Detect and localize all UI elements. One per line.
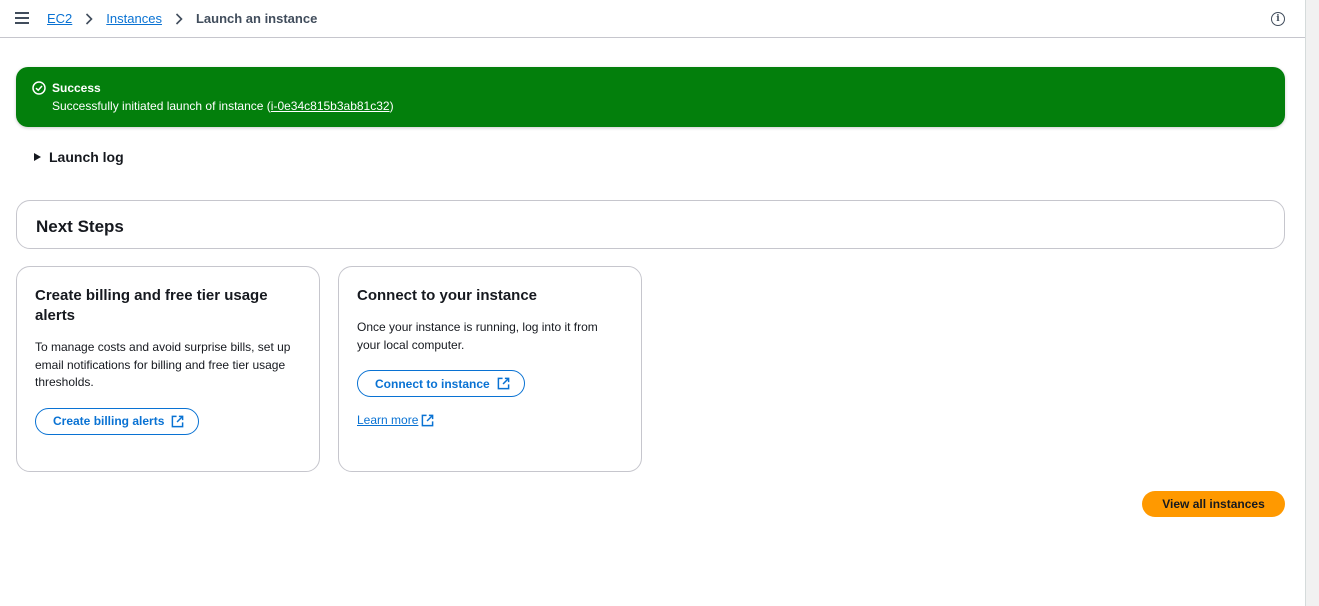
flash-message: Successfully initiated launch of instanc… <box>52 99 1285 113</box>
instance-id-link[interactable]: i-0e34c815b3ab81c32 <box>271 99 390 113</box>
billing-alerts-card: Create billing and free tier usage alert… <box>16 266 320 472</box>
launch-log-label: Launch log <box>49 149 124 165</box>
breadcrumb-ec2[interactable]: EC2 <box>47 11 72 26</box>
flash-message-suffix: ) <box>389 99 394 113</box>
chevron-right-icon <box>172 12 186 26</box>
button-label: Create billing alerts <box>53 414 165 428</box>
connect-to-instance-button[interactable]: Connect to instance <box>357 370 525 397</box>
external-link-icon <box>497 377 510 390</box>
card-title: Connect to your instance <box>357 287 538 304</box>
hamburger-menu-icon[interactable] <box>15 12 29 26</box>
breadcrumb: EC2 Instances Launch an instance <box>47 11 317 26</box>
chevron-right-icon <box>82 12 96 26</box>
card-description: To manage costs and avoid surprise bills… <box>35 340 291 389</box>
check-circle-icon <box>32 81 46 95</box>
card-description: Once your instance is running, log into … <box>357 320 598 352</box>
flash-title: Success <box>52 81 101 95</box>
breadcrumb-current-page: Launch an instance <box>195 11 318 26</box>
breadcrumb-instances[interactable]: Instances <box>106 11 162 26</box>
launch-log-expander[interactable]: Launch log <box>34 149 124 165</box>
card-title: Create billing and free tier usage alert… <box>35 287 268 324</box>
link-label: Learn more <box>357 413 419 427</box>
create-billing-alerts-button[interactable]: Create billing alerts <box>35 407 200 435</box>
button-label: Connect to instance <box>375 376 490 391</box>
learn-more-link[interactable]: Learn more <box>357 413 434 427</box>
connect-instance-card: Connect to your instance Once your insta… <box>338 266 642 472</box>
view-all-instances-button[interactable]: View all instances <box>1142 491 1285 517</box>
caret-right-icon <box>34 153 41 161</box>
info-icon[interactable]: i <box>1271 12 1285 26</box>
external-link-icon <box>422 414 434 426</box>
success-flash-banner: Success Successfully initiated launch of… <box>16 67 1285 127</box>
external-link-icon <box>172 415 184 427</box>
top-navigation-bar: EC2 Instances Launch an instance i <box>0 0 1305 38</box>
next-steps-title: Next Steps <box>36 217 124 236</box>
flash-message-prefix: Successfully initiated launch of instanc… <box>52 99 271 113</box>
vertical-scrollbar[interactable] <box>1305 0 1319 606</box>
next-steps-header-container: Next Steps <box>16 200 1285 249</box>
